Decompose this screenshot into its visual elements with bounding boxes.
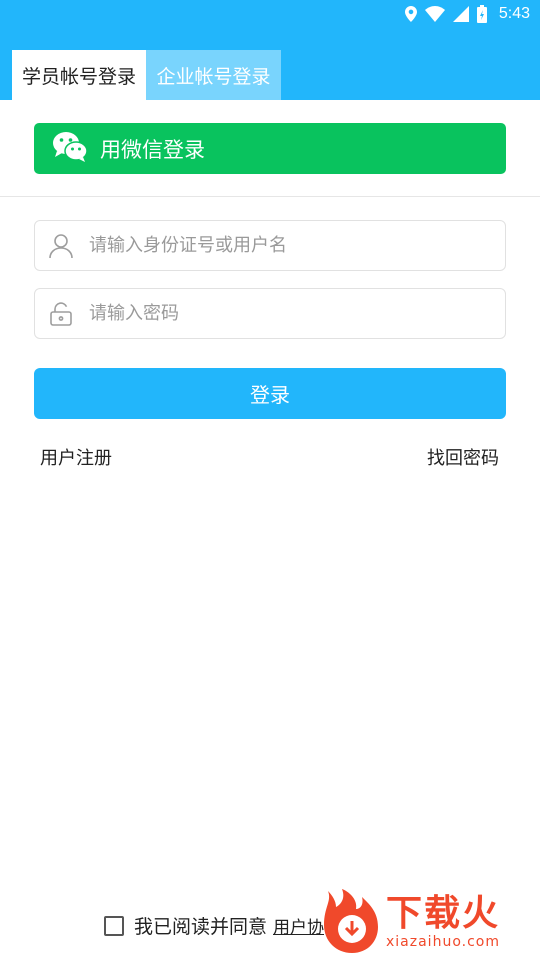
wechat-login-button[interactable]: 用微信登录 bbox=[34, 123, 506, 174]
wechat-login-label: 用微信登录 bbox=[100, 137, 205, 162]
app-header: 5:43 学员帐号登录 企业帐号登录 bbox=[0, 0, 540, 100]
agreement-row: 我已阅读并同意 用户协 bbox=[104, 912, 324, 939]
user-icon bbox=[35, 233, 87, 259]
account-field[interactable] bbox=[34, 220, 506, 271]
login-button[interactable]: 登录 bbox=[34, 368, 506, 419]
tab-company-login[interactable]: 企业帐号登录 bbox=[146, 50, 281, 100]
register-link[interactable]: 用户注册 bbox=[40, 444, 112, 470]
watermark-url: xiazaihuo.com bbox=[386, 934, 500, 950]
status-bar: 5:43 bbox=[0, 0, 540, 28]
watermark-text: 下载火 xiazaihuo.com bbox=[386, 893, 501, 951]
status-time: 5:43 bbox=[498, 5, 530, 22]
password-field[interactable] bbox=[34, 288, 506, 339]
password-input[interactable] bbox=[89, 303, 489, 324]
user-agreement-link[interactable]: 用户协 bbox=[273, 913, 324, 938]
flame-logo-icon bbox=[318, 887, 384, 957]
signal-icon bbox=[452, 6, 469, 22]
wifi-icon bbox=[424, 6, 445, 22]
agreement-checkbox[interactable] bbox=[104, 915, 124, 936]
account-input[interactable] bbox=[89, 235, 489, 256]
forgot-password-link[interactable]: 找回密码 bbox=[427, 444, 499, 470]
battery-icon bbox=[476, 5, 487, 23]
section-divider bbox=[0, 196, 540, 197]
lock-icon bbox=[35, 301, 87, 326]
tab-student-login[interactable]: 学员帐号登录 bbox=[12, 50, 146, 100]
watermark-title: 下载火 bbox=[386, 893, 501, 934]
location-icon bbox=[404, 6, 417, 22]
wechat-icon bbox=[52, 131, 88, 167]
watermark: 下载火 xiazaihuo.com bbox=[318, 884, 540, 960]
agreement-text: 我已阅读并同意 bbox=[134, 916, 268, 938]
